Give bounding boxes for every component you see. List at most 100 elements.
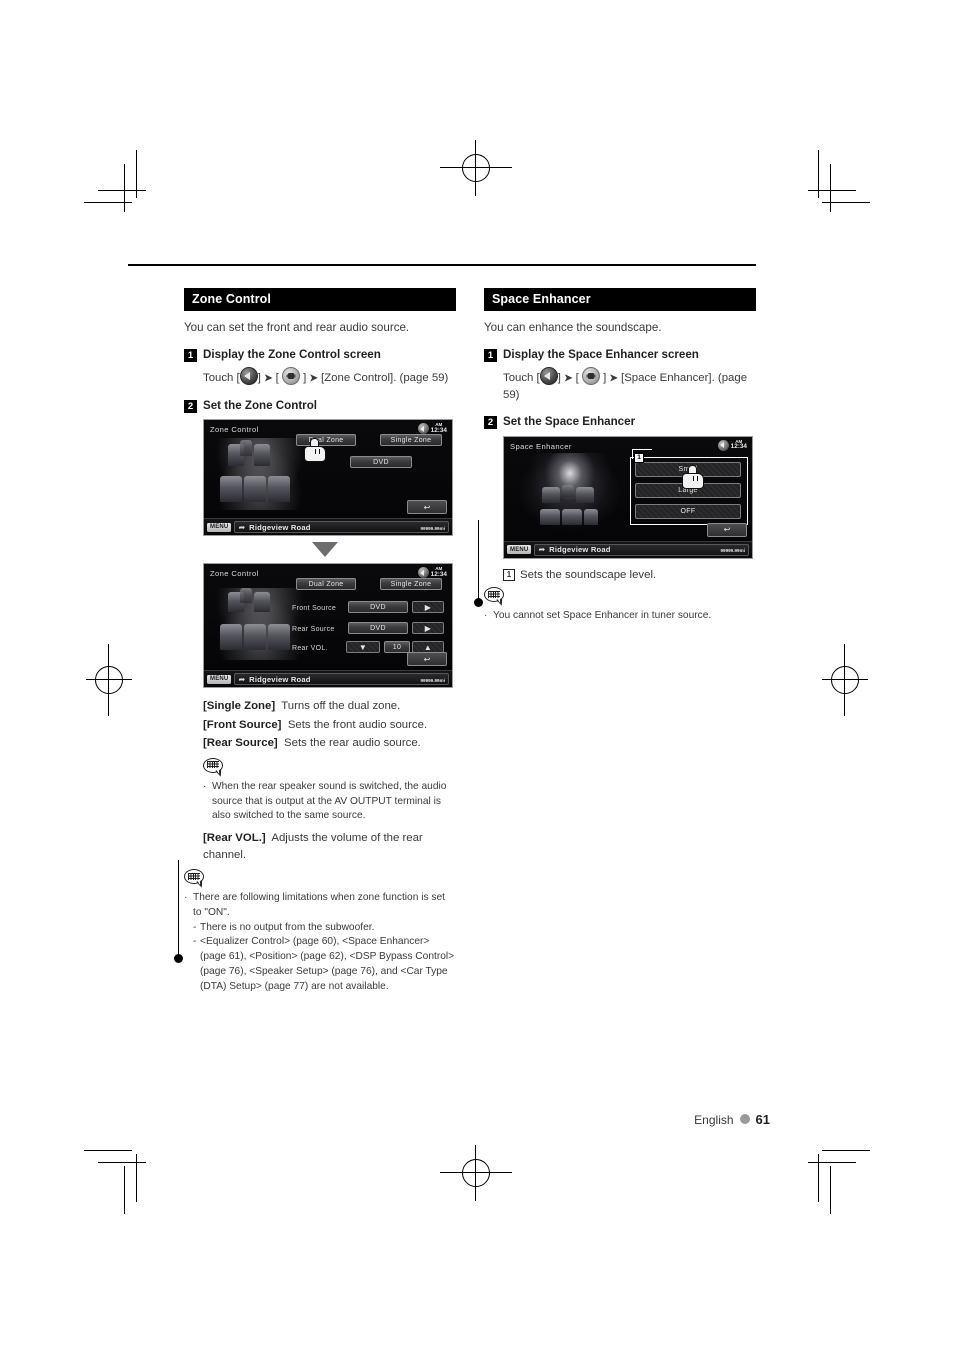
touch-mid2: [ (272, 372, 282, 385)
rear-source-next-button[interactable]: ▶ (412, 622, 444, 635)
distance-value: 99999.99mi (420, 525, 445, 531)
space-enhancer-touch-path: Touch [] ➤ [ ] ➤ [Space Enhancer]. (page… (503, 367, 756, 403)
turn-arrow-icon: ➦ (238, 674, 246, 684)
bullet-marker: · (484, 610, 488, 622)
front-source-value[interactable]: DVD (348, 601, 408, 614)
definition-rear-source: [Rear Source] Sets the rear audio source… (203, 735, 456, 752)
car-seat-illustration (210, 438, 310, 511)
screen-body: Zone Control AM 12:34 Dual Zone Single Z… (204, 420, 452, 519)
right-column-end-line (478, 520, 480, 600)
return-button[interactable]: ↩ (707, 522, 747, 537)
rear-vol-down-button[interactable]: ▼ (346, 641, 380, 654)
crop-mark-top-left (84, 150, 154, 220)
turn-arrow-icon: ➦ (538, 545, 546, 555)
step-2-space-enhancer: 2 Set the Space Enhancer (484, 415, 756, 430)
definition-term: [Rear Source] (203, 737, 278, 750)
screen-footer: MENU ➦ Ridgeview Road 99999.99mi (204, 518, 452, 536)
note-bubble-icon (184, 869, 208, 889)
crop-mark-bottom-right (800, 1148, 870, 1218)
menu-button[interactable]: MENU (207, 522, 232, 532)
note-text: When the rear speaker sound is switched,… (212, 780, 447, 822)
hand-pointer-icon (682, 464, 704, 489)
registration-mark-left (86, 644, 132, 716)
note-sub-text: <Equalizer Control> (page 60), <Space En… (200, 936, 455, 992)
screen-title: Zone Control (210, 569, 259, 579)
callout-leader-line (632, 448, 634, 459)
status-clock: AM 12:34 (417, 567, 447, 579)
bullet-marker: · (184, 892, 188, 904)
step-1-space-enhancer: 1 Display the Space Enhancer screen (484, 348, 756, 362)
front-source-next-button[interactable]: ▶ (412, 601, 444, 614)
arrow-separator-2: ➤ (309, 373, 318, 385)
audio-control-icon (581, 367, 600, 386)
return-button[interactable]: ↩ (407, 500, 447, 515)
crop-mark-top-right (800, 150, 870, 220)
screen-body: Zone Control AM 12:34 Dual Zone Single Z… (204, 564, 452, 671)
space-enhancer-intro: You can enhance the soundscape. (484, 321, 662, 334)
menu-button[interactable]: MENU (507, 545, 532, 555)
hand-pointer-icon (304, 438, 326, 463)
screen-title: Space Enhancer (510, 441, 572, 451)
step-title: Display the Space Enhancer screen (503, 347, 699, 361)
av-menu-icon (239, 367, 258, 386)
single-zone-button[interactable]: Single Zone (380, 434, 442, 447)
left-column-end-line (178, 860, 180, 956)
distance-value: 99999.99mi (420, 677, 445, 683)
zone-control-screen-1: Zone Control AM 12:34 Dual Zone Single Z… (203, 419, 453, 537)
note-text: You cannot set Space Enhancer in tuner s… (493, 610, 712, 622)
registration-mark-right (822, 644, 868, 716)
page-top-rule (128, 264, 756, 266)
bullet-marker: · (203, 780, 207, 792)
step-number: 1 (484, 348, 497, 362)
zone-control-definitions: [Single Zone] Turns off the dual zone. [… (203, 698, 456, 863)
dash-marker: - (193, 921, 197, 933)
definition-single-zone: [Single Zone] Turns off the dual zone. (203, 698, 456, 715)
front-source-label: Front Source (292, 605, 337, 613)
dual-zone-button[interactable]: Dual Zone (296, 578, 356, 591)
callout-number-label: 1 (503, 568, 515, 581)
road-name: Ridgeview Road (249, 674, 311, 684)
single-zone-button[interactable]: Single Zone (380, 578, 442, 591)
zone-control-note-2-block: · There are following limitations when z… (184, 869, 456, 994)
rear-source-value[interactable]: DVD (348, 622, 408, 635)
right-column-end-dot (474, 598, 483, 607)
section-header-space-enhancer: Space Enhancer (484, 288, 756, 311)
status-clock: AM 12:34 (417, 423, 447, 435)
definition-desc: Sets the front audio source. (287, 718, 428, 731)
zone-control-screen-2: Zone Control AM 12:34 Dual Zone Single Z… (203, 563, 453, 689)
arrow-separator-2: ➤ (609, 373, 618, 385)
source-icon (717, 439, 729, 451)
page-footer: English 61 (0, 1112, 954, 1127)
definition-term: [Rear VOL.] (203, 832, 266, 845)
space-enhancer-off-button[interactable]: OFF (635, 503, 741, 519)
rear-source-label: Rear Source (292, 626, 335, 634)
note-sub-text: There is no output from the subwoofer. (200, 921, 375, 933)
callout-leader-line-h (632, 448, 652, 450)
callout-1-description: 1 Sets the soundscape level. (503, 567, 756, 584)
step-number: 2 (484, 416, 497, 430)
definition-term: [Front Source] (203, 718, 282, 731)
touch-prefix: Touch [ (503, 372, 540, 385)
step-title: Set the Zone Control (203, 398, 318, 412)
distance-value: 99999.99mi (720, 548, 745, 554)
soundscape-illustration (518, 452, 622, 531)
footer-language: English (694, 1113, 734, 1127)
note-bubble-icon (203, 757, 227, 778)
space-enhancer-note: · You cannot set Space Enhancer in tuner… (484, 609, 756, 624)
source-button[interactable]: DVD (350, 456, 412, 469)
definition-desc: Sets the rear audio source. (284, 737, 421, 750)
audio-control-icon (281, 367, 300, 386)
touch-suffix: [Zone Control]. (page 59) (317, 372, 449, 385)
menu-button[interactable]: MENU (207, 674, 232, 684)
registration-mark-bottom (440, 1145, 512, 1201)
section-header-zone-control: Zone Control (184, 288, 456, 311)
navigation-track: ➦ Ridgeview Road 99999.99mi (234, 521, 449, 534)
step-number: 1 (184, 348, 197, 362)
screen-footer: MENU ➦ Ridgeview Road 99999.99mi (204, 670, 452, 688)
zone-control-intro: You can set the front and rear audio sou… (184, 321, 410, 334)
definition-front-source: [Front Source] Sets the front audio sour… (203, 717, 456, 734)
touch-prefix: Touch [ (203, 372, 240, 385)
callout-number-1: 1 (634, 452, 644, 463)
note-bubble-icon (484, 587, 508, 607)
return-button[interactable]: ↩ (407, 652, 447, 667)
